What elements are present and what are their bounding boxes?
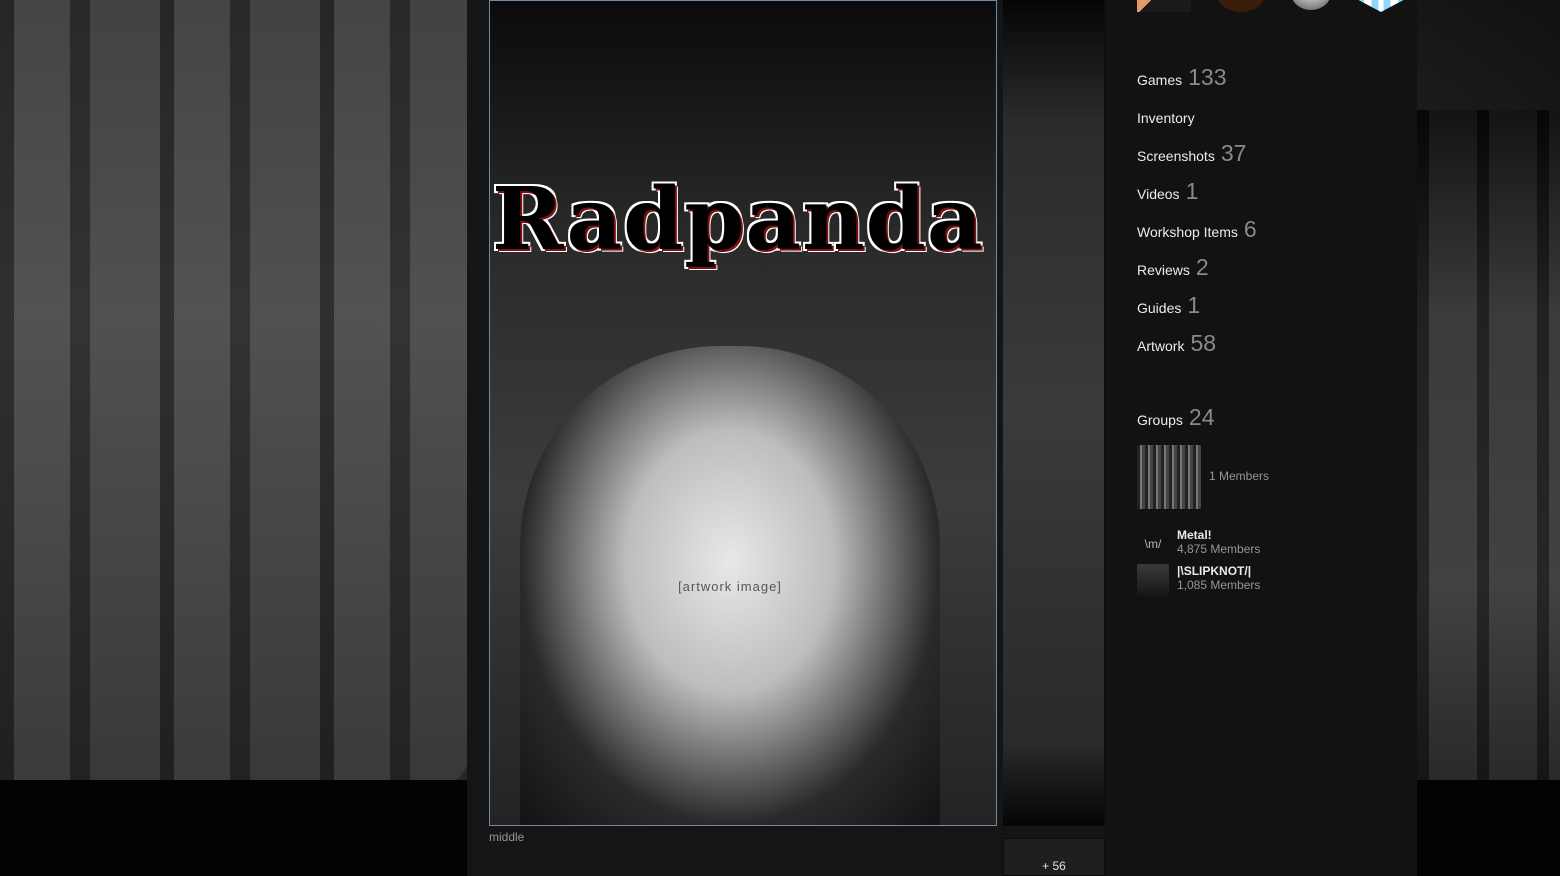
artwork-title-text: Radpanda xyxy=(492,169,984,270)
artwork-showcase[interactable]: Radpanda [artwork image] xyxy=(489,0,997,826)
stat-link-inventory[interactable]: Inventory xyxy=(1137,110,1195,126)
artwork-side-thumbnail[interactable] xyxy=(1003,0,1105,826)
stat-label: Videos xyxy=(1137,186,1180,202)
stat-label: Groups xyxy=(1137,412,1183,428)
stat-count: 24 xyxy=(1188,404,1215,430)
stat-count: 2 xyxy=(1195,254,1209,280)
stat-link-screenshots[interactable]: Screenshots 37 xyxy=(1137,140,1246,167)
artwork-caption: middle xyxy=(489,830,525,844)
stat-link-workshop-items[interactable]: Workshop Items 6 xyxy=(1137,216,1257,243)
badge-icon[interactable] xyxy=(1357,0,1405,12)
group-item[interactable]: 1 Members xyxy=(1137,445,1269,509)
stat-link-guides[interactable]: Guides 1 xyxy=(1137,292,1200,319)
more-artwork-button[interactable]: + 56 xyxy=(1003,838,1105,876)
background-architecture-right xyxy=(1417,110,1560,790)
stat-link-games[interactable]: Games 133 xyxy=(1137,64,1227,91)
group-members: 4,875 Members xyxy=(1177,542,1261,556)
group-avatar: \m/ xyxy=(1137,528,1169,560)
stat-label: Guides xyxy=(1137,300,1182,316)
group-name: Metal! xyxy=(1177,528,1212,542)
stat-label: Reviews xyxy=(1137,262,1190,278)
badge-icon[interactable] xyxy=(1137,0,1191,12)
stat-count: 37 xyxy=(1220,140,1247,166)
stat-label: Games xyxy=(1137,72,1183,88)
group-avatar xyxy=(1137,445,1201,509)
group-members: 1,085 Members xyxy=(1177,578,1261,592)
group-avatar xyxy=(1137,564,1169,596)
group-item[interactable]: |\SLIPKNOT/| 1,085 Members xyxy=(1137,564,1260,596)
stat-link-videos[interactable]: Videos 1 xyxy=(1137,178,1198,205)
stat-label: Workshop Items xyxy=(1137,224,1238,240)
group-name: |\SLIPKNOT/| xyxy=(1177,564,1252,578)
group-members: 1 Members xyxy=(1209,469,1270,483)
profile-sidebar: Games 133 Inventory Screenshots 37 Video… xyxy=(1105,0,1417,876)
badge-row xyxy=(1137,0,1405,12)
stat-count: 1 xyxy=(1185,178,1199,204)
stat-count: 133 xyxy=(1188,64,1227,90)
stat-count: 1 xyxy=(1187,292,1201,318)
badge-icon[interactable] xyxy=(1291,0,1331,10)
stat-label: Inventory xyxy=(1137,110,1195,126)
stat-link-reviews[interactable]: Reviews 2 xyxy=(1137,254,1209,281)
stat-link-artwork[interactable]: Artwork 58 xyxy=(1137,330,1216,357)
group-item[interactable]: \m/ Metal! 4,875 Members xyxy=(1137,528,1260,560)
background-architecture-left xyxy=(0,0,470,790)
stat-label: Artwork xyxy=(1137,338,1185,354)
stat-label: Screenshots xyxy=(1137,148,1215,164)
stat-count: 58 xyxy=(1190,330,1217,356)
stat-link-groups[interactable]: Groups 24 xyxy=(1137,404,1215,431)
badge-icon[interactable] xyxy=(1217,0,1265,12)
stat-count: 6 xyxy=(1243,216,1257,242)
artwork-image[interactable]: [artwork image] xyxy=(520,346,940,825)
